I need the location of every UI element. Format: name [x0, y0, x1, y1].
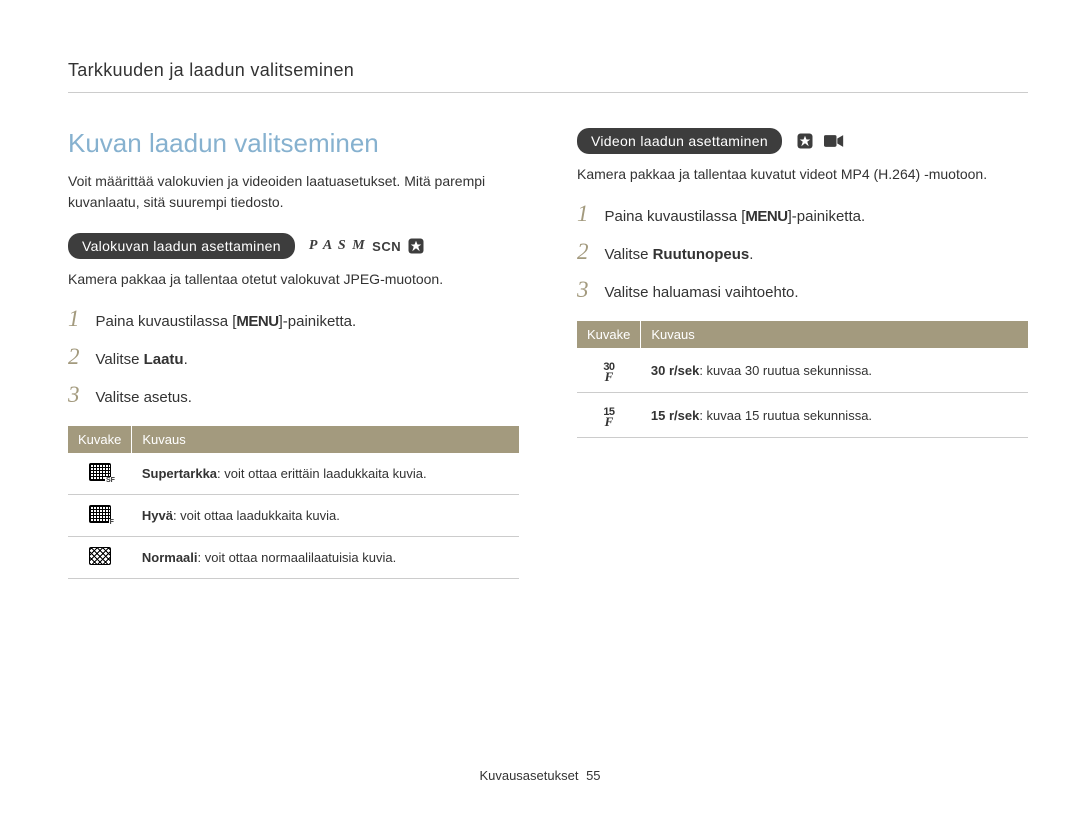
photo-quality-header: Valokuvan laadun asettaminen P A S M SCN	[68, 233, 519, 259]
step-number: 1	[68, 306, 80, 332]
row-text: : voit ottaa laadukkaita kuvia.	[173, 508, 340, 523]
th-icon: Kuvake	[577, 321, 641, 348]
video-icon	[824, 134, 844, 148]
table-row: Normaali: voit ottaa normaalilaatuisia k…	[68, 537, 519, 579]
video-steps: 1 Paina kuvaustilassa [MENU]-painiketta.…	[577, 201, 1028, 303]
mode-icons: P A S M SCN	[309, 237, 425, 255]
video-fps-table: Kuvake Kuvaus 30F 30 r/sek: kuvaa 30 ruu…	[577, 321, 1028, 438]
quality-fine-icon	[89, 505, 111, 523]
row-text: : kuvaa 15 ruutua sekunnissa.	[699, 408, 872, 423]
step-text: Valitse haluamasi vaihtoehto.	[605, 284, 799, 301]
video-desc: Kamera pakkaa ja tallentaa kuvatut video…	[577, 164, 1028, 185]
step-text: .	[184, 351, 188, 368]
step-number: 2	[577, 239, 589, 265]
quality-superfine-icon	[89, 463, 111, 481]
step-number: 2	[68, 344, 80, 370]
page-number: 55	[586, 768, 600, 783]
step-text: ]-painiketta.	[788, 208, 866, 225]
table-row: Hyvä: voit ottaa laadukkaita kuvia.	[68, 495, 519, 537]
step-text: ]-painiketta.	[279, 313, 357, 330]
step-1: 1 Paina kuvaustilassa [MENU]-painiketta.	[68, 306, 519, 332]
row-bold: Supertarkka	[142, 466, 217, 481]
divider	[68, 92, 1028, 93]
step-text: Valitse	[605, 246, 653, 263]
photo-quality-table: Kuvake Kuvaus Supertarkka: voit ottaa er…	[68, 426, 519, 579]
breadcrumb: Tarkkuuden ja laadun valitseminen	[68, 60, 354, 81]
th-icon: Kuvake	[68, 426, 132, 453]
left-column: Kuvan laadun valitseminen Voit määrittää…	[68, 128, 519, 579]
step-number: 3	[68, 382, 80, 408]
fps-15-icon: 15F	[603, 408, 614, 427]
step-text: Valitse	[96, 351, 144, 368]
th-desc: Kuvaus	[641, 321, 1028, 348]
mode-icons	[796, 132, 844, 150]
step-1: 1 Paina kuvaustilassa [MENU]-painiketta.	[577, 201, 1028, 227]
menu-key: MENU	[236, 313, 278, 330]
step-2: 2 Valitse Laatu.	[68, 344, 519, 370]
step-2: 2 Valitse Ruutunopeus.	[577, 239, 1028, 265]
row-bold: 30 r/sek	[651, 363, 699, 378]
intro-text: Voit määrittää valokuvien ja videoiden l…	[68, 171, 519, 213]
step-3: 3 Valitse haluamasi vaihtoehto.	[577, 277, 1028, 303]
table-row: Supertarkka: voit ottaa erittäin laadukk…	[68, 453, 519, 495]
step-bold: Laatu	[144, 351, 184, 368]
table-row: 30F 30 r/sek: kuvaa 30 ruutua sekunnissa…	[577, 348, 1028, 393]
quality-normal-icon	[89, 547, 111, 565]
step-text: Valitse asetus.	[96, 389, 192, 406]
step-text: Paina kuvaustilassa [	[605, 208, 746, 225]
step-text: .	[749, 246, 753, 263]
right-column: Videon laadun asettaminen Kamera pakkaa …	[577, 128, 1028, 579]
mode-scn: SCN	[372, 239, 401, 254]
photo-quality-pill: Valokuvan laadun asettaminen	[68, 233, 295, 259]
page-footer: Kuvausasetukset 55	[0, 768, 1080, 783]
fps-30-icon: 30F	[603, 363, 614, 382]
mode-letters: P A S M	[309, 238, 366, 254]
table-row: 15F 15 r/sek: kuvaa 15 ruutua sekunnissa…	[577, 393, 1028, 438]
step-3: 3 Valitse asetus.	[68, 382, 519, 408]
row-text: : voit ottaa erittäin laadukkaita kuvia.	[217, 466, 427, 481]
photo-desc: Kamera pakkaa ja tallentaa otetut valoku…	[68, 269, 519, 290]
th-desc: Kuvaus	[132, 426, 519, 453]
page-title: Kuvan laadun valitseminen	[68, 128, 519, 159]
star-icon	[796, 132, 814, 150]
row-bold: 15 r/sek	[651, 408, 699, 423]
step-number: 1	[577, 201, 589, 227]
video-quality-header: Videon laadun asettaminen	[577, 128, 1028, 154]
step-bold: Ruutunopeus	[653, 246, 750, 263]
video-quality-pill: Videon laadun asettaminen	[577, 128, 782, 154]
row-bold: Hyvä	[142, 508, 173, 523]
row-bold: Normaali	[142, 550, 198, 565]
star-icon	[407, 237, 425, 255]
footer-section: Kuvausasetukset	[479, 768, 578, 783]
row-text: : voit ottaa normaalilaatuisia kuvia.	[198, 550, 397, 565]
step-text: Paina kuvaustilassa [	[96, 313, 237, 330]
step-number: 3	[577, 277, 589, 303]
photo-steps: 1 Paina kuvaustilassa [MENU]-painiketta.…	[68, 306, 519, 408]
menu-key: MENU	[745, 208, 787, 225]
row-text: : kuvaa 30 ruutua sekunnissa.	[699, 363, 872, 378]
